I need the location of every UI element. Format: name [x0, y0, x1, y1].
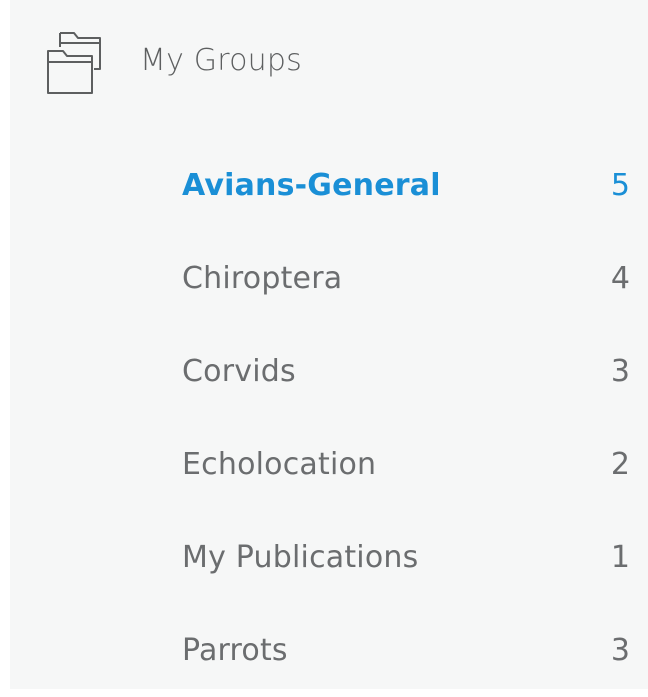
- group-count: 3: [610, 354, 630, 389]
- my-groups-header[interactable]: My Groups: [46, 24, 302, 96]
- group-count: 3: [610, 633, 630, 668]
- group-name: My Publications: [182, 540, 419, 575]
- group-name: Echolocation: [182, 447, 377, 482]
- page-title: My Groups: [140, 42, 302, 78]
- group-name: Avians-General: [182, 168, 441, 203]
- group-item-my-publications[interactable]: My Publications 1: [182, 511, 630, 604]
- group-name: Chiroptera: [182, 261, 343, 296]
- folders-icon: [46, 25, 106, 95]
- group-item-parrots[interactable]: Parrots 3: [182, 604, 630, 697]
- group-item-corvids[interactable]: Corvids 3: [182, 325, 630, 418]
- group-item-avians-general[interactable]: Avians-General 5: [182, 139, 630, 232]
- group-list: Avians-General 5 Chiroptera 4 Corvids 3 …: [182, 139, 630, 697]
- group-count: 5: [610, 168, 630, 203]
- group-count: 2: [610, 447, 630, 482]
- group-name: Parrots: [182, 633, 288, 668]
- group-item-chiroptera[interactable]: Chiroptera 4: [182, 232, 630, 325]
- group-count: 1: [610, 540, 630, 575]
- group-count: 4: [610, 261, 630, 296]
- group-item-echolocation[interactable]: Echolocation 2: [182, 418, 630, 511]
- group-name: Corvids: [182, 354, 296, 389]
- groups-panel: My Groups Avians-General 5 Chiroptera 4 …: [10, 0, 648, 689]
